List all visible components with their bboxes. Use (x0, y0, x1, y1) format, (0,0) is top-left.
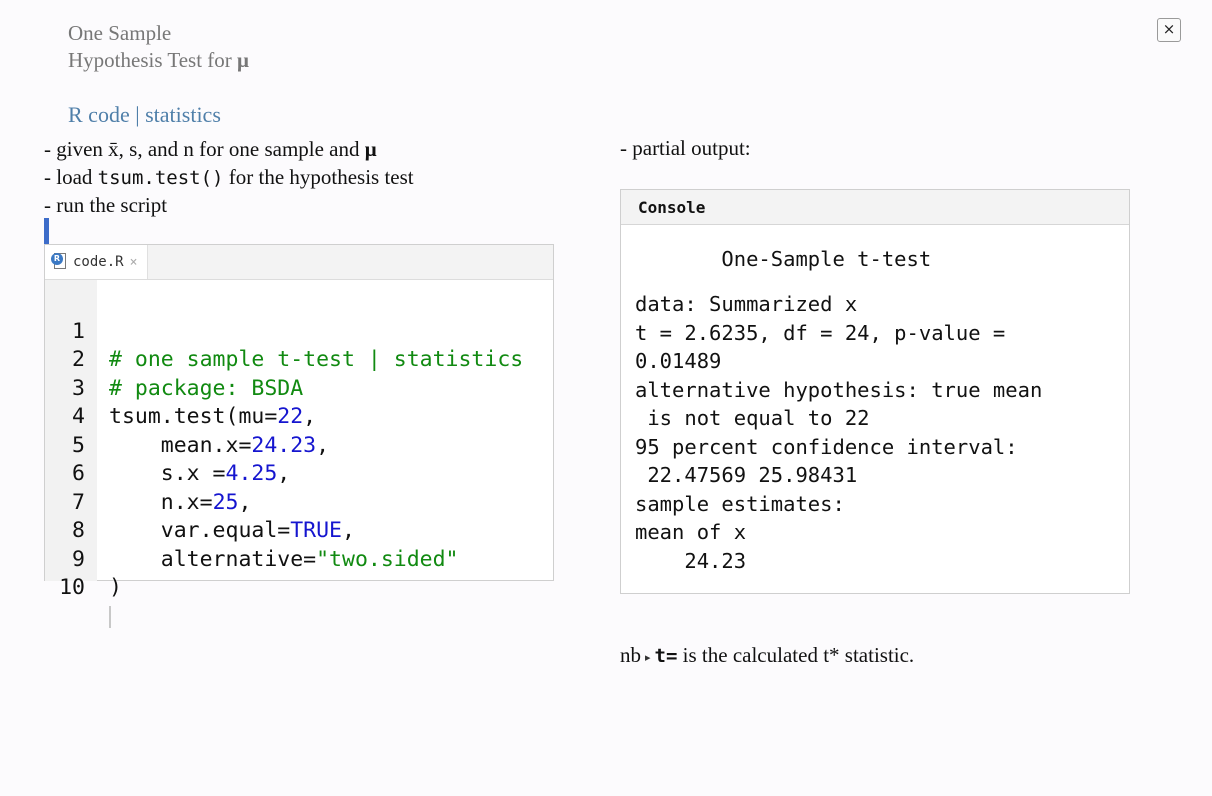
console-line: data: Summarized x (635, 292, 858, 316)
console-title: Console (621, 190, 1129, 225)
code-line: 1 # one sample t-test | statistics (45, 289, 523, 373)
close-button[interactable]: × (1157, 18, 1181, 42)
tab-label: code.R (73, 254, 124, 270)
inline-code: t= (654, 645, 678, 667)
mu-symbol: μ (237, 48, 249, 72)
console-line: t = 2.6235, df = 24, p-value = (635, 320, 1006, 345)
console-line: alternative hypothesis: true mean (635, 377, 1043, 402)
tab-close-icon[interactable]: × (130, 255, 138, 270)
code-line: 6 n.x=25, (45, 432, 251, 515)
line-number: 10 (59, 575, 85, 600)
output-label: - partial output: (620, 136, 751, 160)
footnote: nb ▸ t= is the calculated t* statistic. (620, 643, 915, 667)
console-line: One-Sample t-test (635, 247, 932, 271)
mu-symbol: μ (364, 137, 377, 161)
console-panel: Console One-Sample t-test data: Summariz… (620, 189, 1130, 594)
instructions-list: - given x̄, s, and n for one sample and … (44, 136, 414, 220)
code-line: 8 alternative="two.sided" (45, 489, 458, 572)
console-line: 95 percent confidence interval: (635, 434, 1018, 459)
page-title: One Sample Hypothesis Test for μ (68, 20, 249, 74)
console-line: 0.01489 (635, 349, 722, 373)
text-cursor (109, 605, 111, 628)
title-line-2: Hypothesis Test for μ (68, 48, 249, 72)
code-line: 5 s.x =4.25, (45, 403, 290, 487)
title-line-1: One Sample (68, 21, 172, 45)
code-line: 7 var.equal=TRUE, (45, 460, 355, 544)
editor-tab-bar: R code.R × (45, 245, 553, 280)
code-line: 10 (45, 546, 123, 628)
console-line: is not equal to 22 (635, 406, 870, 430)
code-line: 2 # package: BSDA (45, 318, 303, 401)
instruction-item: - run the script (44, 193, 168, 217)
close-icon: × (1162, 20, 1176, 38)
r-file-icon: R (51, 253, 67, 271)
instruction-item: - load tsum.test() for the hypothesis te… (44, 164, 414, 189)
console-line: mean of x (635, 520, 747, 544)
code-area[interactable]: 1 # one sample t-test | statistics 2 # p… (45, 280, 553, 628)
inline-code: tsum.test() (97, 166, 224, 189)
triangle-right-icon: ▸ (645, 651, 651, 664)
code-line: 3 tsum.test(mu=22, (45, 346, 316, 430)
console-line: 22.47569 25.98431 (635, 463, 858, 487)
code-line: 4 mean.x=24.23, (45, 375, 329, 458)
code-line: 9 ) (45, 517, 123, 601)
page-subtitle: R code | statistics (68, 102, 221, 127)
tab-code-r[interactable]: R code.R × (45, 245, 149, 279)
code-editor[interactable]: R code.R × 1 # one sample t-test | stati… (44, 244, 554, 628)
instruction-item: - given x̄, s, and n for one sample and … (44, 137, 377, 161)
console-line: sample estimates: (635, 491, 845, 516)
console-line: 24.23 (635, 548, 747, 573)
section-marker (44, 218, 49, 244)
